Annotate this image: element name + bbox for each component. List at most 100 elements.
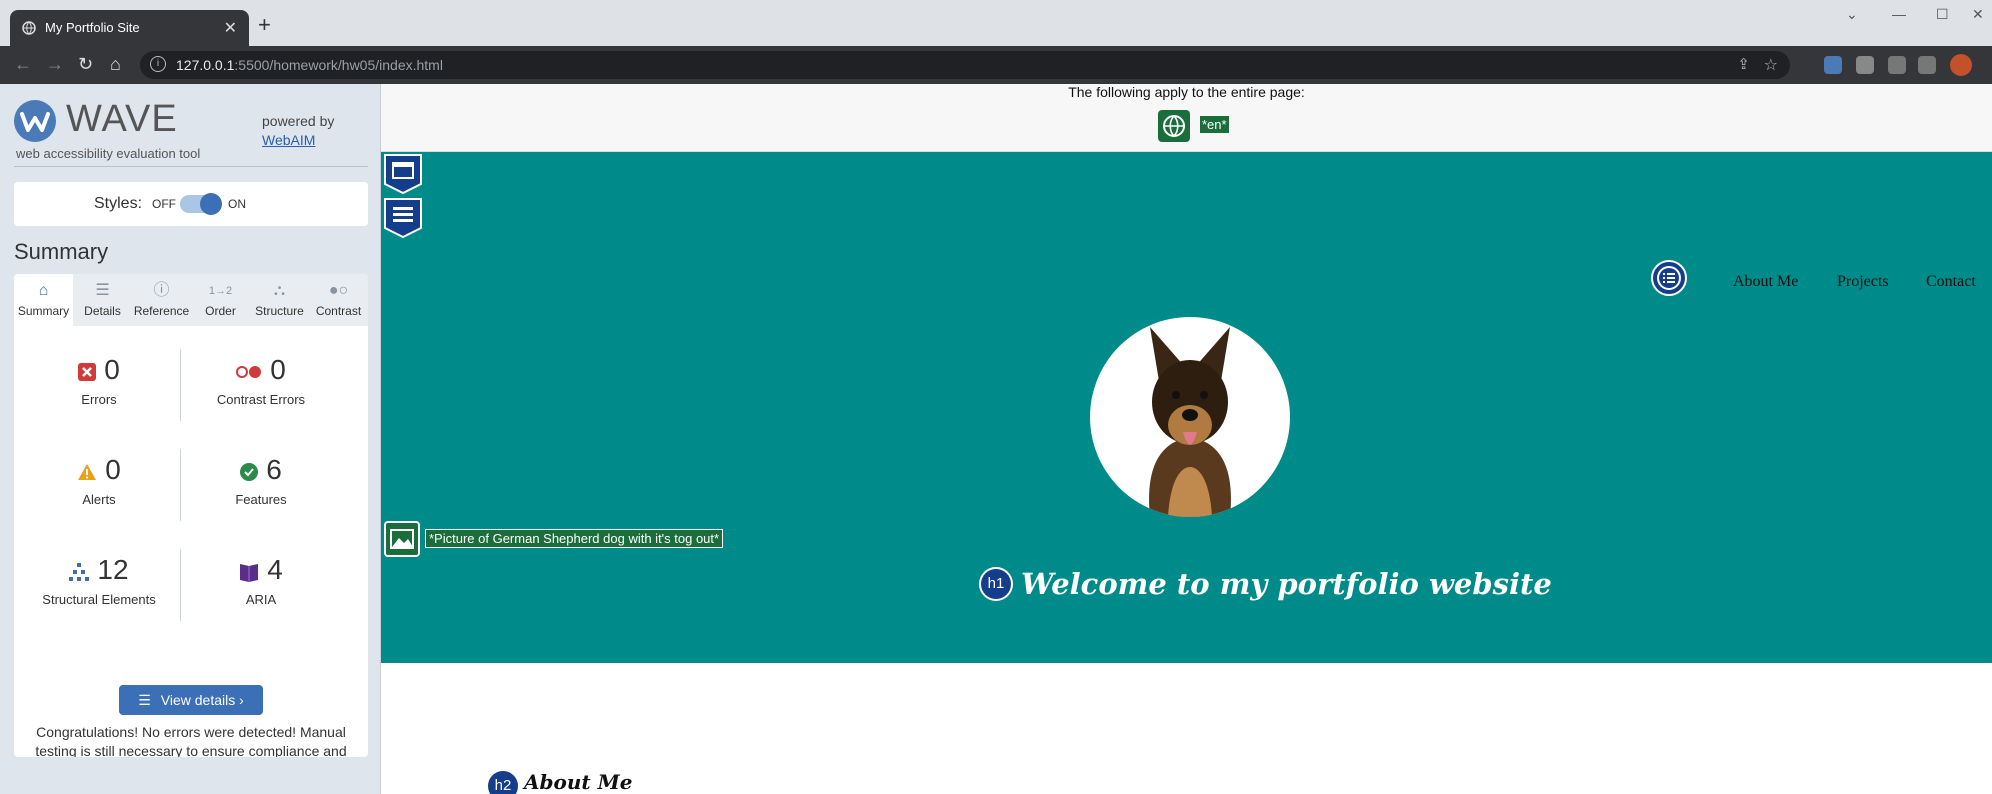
stat-label: ARIA — [245, 592, 277, 607]
stat-label: Errors — [81, 392, 117, 407]
divider — [14, 166, 368, 167]
wave-tagline: web accessibility evaluation tool — [16, 146, 201, 161]
stat-label: Contrast Errors — [216, 392, 306, 407]
address-bar[interactable]: i 127.0.0.1:5500/homework/hw05/index.htm… — [140, 51, 1790, 79]
tab-summary[interactable]: ⌂ Summary — [14, 274, 73, 326]
styles-toggle[interactable] — [180, 193, 222, 215]
congrats-message: Congratulations! No errors were detected… — [35, 724, 347, 757]
nav-projects[interactable]: Projects — [1837, 273, 1889, 291]
new-tab-button[interactable]: + — [258, 12, 271, 38]
navigation-landmark-icon[interactable] — [383, 198, 423, 238]
stat-value: 0 — [104, 354, 120, 385]
stat-errors[interactable]: 0 Errors — [19, 352, 179, 407]
toggle-knob — [200, 193, 222, 215]
nav-about-me[interactable]: About Me — [1733, 273, 1798, 291]
list-icon: ☰ — [95, 282, 110, 299]
tab-close-icon[interactable]: ✕ — [224, 18, 237, 38]
language-icon[interactable] — [1158, 110, 1190, 142]
profile-avatar[interactable] — [1950, 54, 1972, 76]
image-alt-icon[interactable] — [384, 521, 420, 557]
tab-label: Reference — [133, 304, 190, 318]
forward-icon[interactable]: → — [46, 54, 64, 75]
contrast-error-icon — [236, 365, 262, 378]
page-viewport: The following apply to the entire page: … — [381, 84, 1992, 794]
url-host: 127.0.0.1 — [176, 57, 235, 73]
tab-label: Contrast — [315, 304, 362, 318]
page-level-note: The following apply to the entire page: — [1068, 84, 1305, 100]
tab-label: Details — [84, 304, 121, 318]
summary-panel: ⌂ Summary ☰ Details ⓘ Reference 1→2 Orde… — [14, 274, 368, 757]
tab-structure[interactable]: ⛬ Structure — [250, 274, 309, 326]
stat-label: Features — [235, 492, 287, 507]
url-path: :5500/homework/hw05/index.html — [234, 57, 443, 73]
alert-icon — [78, 463, 97, 480]
styles-on-label: ON — [228, 197, 246, 211]
maximize-icon[interactable]: ☐ — [1936, 6, 1949, 23]
reading-list-icon[interactable] — [1888, 56, 1906, 74]
browser-tab[interactable]: My Portfolio Site ✕ — [10, 10, 249, 46]
wave-logo-icon — [14, 100, 56, 142]
view-details-button[interactable]: ☰ View details › — [119, 685, 263, 715]
wave-extension-icon[interactable] — [1824, 56, 1842, 74]
powered-by-text: powered by — [262, 113, 335, 129]
tab-contrast[interactable]: ●○ Contrast — [309, 274, 368, 326]
stat-value: 4 — [267, 554, 283, 585]
section-heading-about-me: About Me — [524, 770, 633, 794]
tab-label: Structure — [255, 304, 304, 318]
globe-icon — [22, 21, 36, 35]
structure-icon: ⛬ — [273, 282, 286, 299]
reload-icon[interactable]: ↻ — [78, 54, 93, 75]
info-icon[interactable]: i — [150, 56, 166, 72]
wave-logo-text: WAVE — [66, 98, 178, 140]
aria-icon — [240, 563, 259, 582]
stat-value: 0 — [270, 354, 286, 385]
stat-value: 6 — [266, 454, 282, 485]
styles-toggle-box: Styles: OFF ON — [14, 182, 368, 226]
share-icon[interactable]: ⇪ — [1737, 55, 1750, 73]
heading-h2-badge[interactable]: h2 — [486, 769, 520, 794]
styles-off-label: OFF — [152, 197, 176, 211]
styles-label: Styles: — [94, 195, 143, 212]
close-window-icon[interactable]: ✕ — [1972, 6, 1984, 23]
info-icon: ⓘ — [153, 282, 170, 299]
tab-title: My Portfolio Site — [45, 20, 140, 35]
heading-h1-badge[interactable]: h1 — [979, 567, 1013, 601]
summary-heading: Summary — [14, 239, 109, 264]
language-tag: *en* — [1200, 116, 1229, 133]
nav-contact[interactable]: Contact — [1926, 273, 1976, 291]
header-landmark-icon[interactable] — [383, 154, 423, 194]
page-title: Welcome to my portfolio website — [1021, 567, 1552, 601]
wave-tabs: ⌂ Summary ☰ Details ⓘ Reference 1→2 Orde… — [14, 274, 368, 326]
contrast-icon: ●○ — [328, 282, 349, 299]
image-alt-text: *Picture of German Shepherd dog with it'… — [425, 529, 724, 548]
stat-contrast-errors[interactable]: 0 Contrast Errors — [181, 352, 341, 407]
stat-value: 12 — [97, 554, 129, 585]
home-icon: ⌂ — [38, 282, 49, 299]
hero-header: About Me Projects Contact *Picture of Ge… — [381, 152, 1992, 663]
minimize-icon[interactable]: — — [1892, 6, 1906, 22]
home-icon[interactable]: ⌂ — [110, 54, 121, 75]
browser-tab-strip: My Portfolio Site ✕ + ⌄ — ☐ ✕ — [0, 0, 1992, 46]
side-panel-icon[interactable] — [1918, 56, 1936, 74]
back-icon[interactable]: ← — [14, 54, 32, 75]
extensions-puzzle-icon[interactable] — [1856, 56, 1874, 74]
stat-alerts[interactable]: 0 Alerts — [19, 452, 179, 507]
tab-reference[interactable]: ⓘ Reference — [132, 274, 191, 326]
bookmark-star-icon[interactable]: ☆ — [1764, 55, 1778, 75]
powered-by: powered by WebAIM — [262, 112, 334, 150]
tab-search-icon[interactable]: ⌄ — [1846, 6, 1858, 23]
unordered-list-icon[interactable] — [1651, 260, 1687, 296]
stat-aria[interactable]: 4 ARIA — [181, 552, 341, 607]
webaim-link[interactable]: WebAIM — [262, 132, 315, 148]
tab-order[interactable]: 1→2 Order — [191, 274, 250, 326]
structure-icon — [69, 562, 90, 581]
feature-icon — [240, 462, 259, 481]
browser-toolbar: ← → ↻ ⌂ i 127.0.0.1:5500/homework/hw05/i… — [0, 46, 1992, 84]
stat-label: Structural Elements — [42, 592, 156, 607]
stat-features[interactable]: 6 Features — [181, 452, 341, 507]
stat-structural-elements[interactable]: 12 Structural Elements — [19, 552, 179, 607]
wave-sidebar: WAVE web accessibility evaluation tool p… — [0, 84, 381, 794]
tab-details[interactable]: ☰ Details — [73, 274, 132, 326]
stat-value: 0 — [105, 454, 121, 485]
tab-label: Order — [205, 304, 236, 318]
